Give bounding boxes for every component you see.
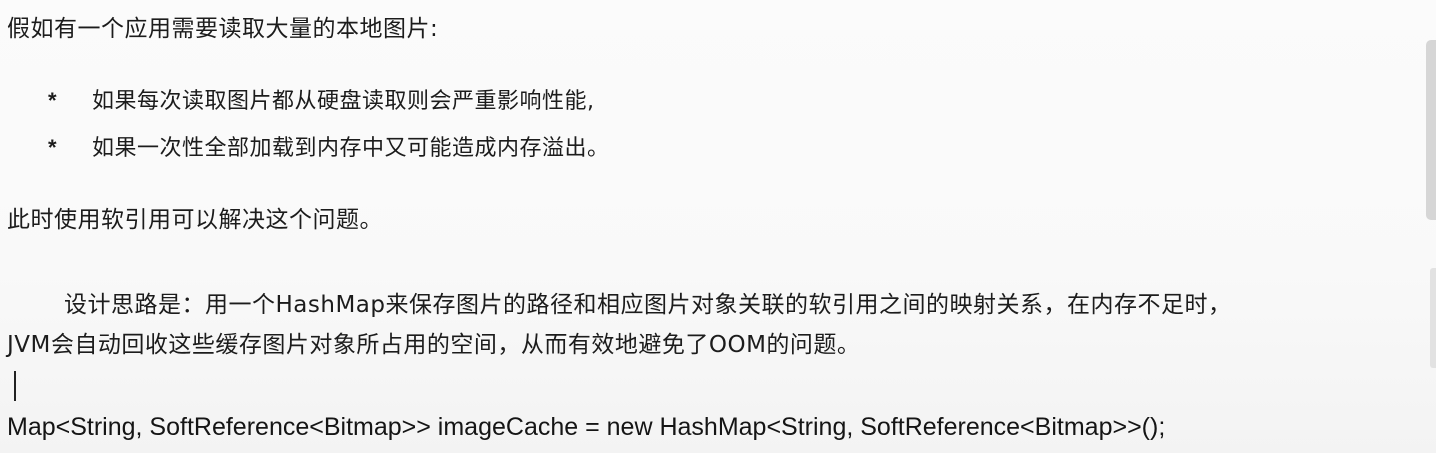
bullet-text: 如果一次性全部加载到内存中又可能造成内存溢出。 xyxy=(92,136,610,161)
bullet-marker: * xyxy=(48,135,58,160)
bullet-item: * 如果每次读取图片都从硬盘读取则会严重影响性能, xyxy=(48,86,595,117)
scrollbar-track-shadow xyxy=(1430,268,1436,368)
solution-text: 此时使用软引用可以解决这个问题。 xyxy=(7,207,383,233)
document-page: 假如有一个应用需要读取大量的本地图片: * 如果每次读取图片都从硬盘读取则会严重影… xyxy=(0,0,1436,453)
bullet-marker: * xyxy=(48,88,58,113)
intro-text: 假如有一个应用需要读取大量的本地图片: xyxy=(7,16,439,42)
code-line[interactable]: Map<String, SoftReference<Bitmap>> image… xyxy=(7,410,1165,444)
scrollbar-thumb[interactable] xyxy=(1426,40,1436,220)
design-paragraph-line-1: 设计思路是：用一个HashMap来保存图片的路径和相应图片对象关联的软引用之间的… xyxy=(7,290,1232,320)
bullet-item: * 如果一次性全部加载到内存中又可能造成内存溢出。 xyxy=(48,133,610,164)
text-cursor xyxy=(14,371,16,401)
design-paragraph-line-2: JVM会自动回收这些缓存图片对象所占用的空间，从而有效地避免了OOM的问题。 xyxy=(7,332,861,358)
bullet-text: 如果每次读取图片都从硬盘读取则会严重影响性能, xyxy=(92,89,595,114)
design-text-1: 设计思路是：用一个HashMap来保存图片的路径和相应图片对象关联的软引用之间的… xyxy=(64,292,1232,318)
